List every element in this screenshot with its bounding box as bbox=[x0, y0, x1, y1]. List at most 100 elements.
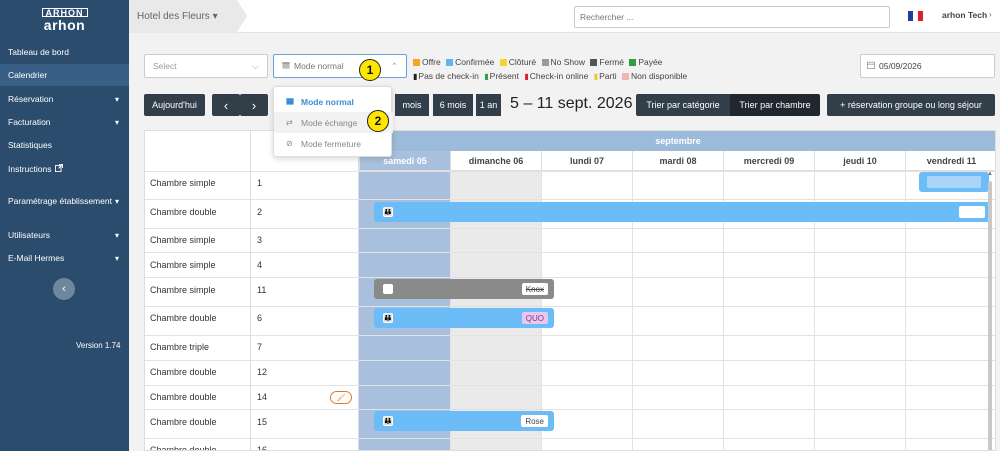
sidebar-item-label: Facturation bbox=[8, 117, 51, 127]
external-link-icon bbox=[55, 163, 64, 174]
today-button[interactable]: Aujourd'hui bbox=[144, 94, 205, 116]
legend-label: Fermé bbox=[599, 57, 624, 67]
legend-swatch bbox=[621, 73, 629, 81]
filter-select[interactable]: Select ⌵ bbox=[144, 54, 268, 78]
room-type: Chambre simple bbox=[150, 235, 216, 245]
row-divider bbox=[145, 252, 995, 253]
room-type: Chambre double bbox=[150, 417, 217, 427]
sidebar-item-settings[interactable]: Paramétrage établissement ▾ bbox=[0, 190, 129, 212]
reservation-guest: Knox bbox=[521, 283, 548, 295]
chevron-down-icon: ▾ bbox=[114, 253, 119, 263]
mode-option-label: Mode normal bbox=[301, 96, 354, 107]
day-header: lundi 07 bbox=[541, 151, 632, 171]
vertical-scrollbar[interactable] bbox=[988, 181, 992, 450]
legend-label: Offre bbox=[422, 57, 441, 67]
legend-label: Non disponible bbox=[630, 71, 688, 81]
room-number: 11 bbox=[257, 285, 267, 295]
prev-week-button[interactable]: ‹ bbox=[212, 94, 240, 116]
french-flag-icon[interactable] bbox=[908, 11, 923, 21]
day-header: dimanche 06 bbox=[450, 151, 541, 171]
search-input[interactable] bbox=[574, 6, 890, 28]
row-divider bbox=[145, 171, 995, 172]
scroll-up-icon[interactable]: ▲ bbox=[987, 171, 993, 177]
mode-option-fermeture[interactable]: ⊘ Mode fermeture bbox=[274, 133, 393, 154]
version-label: Version 1.74 bbox=[76, 341, 121, 350]
mode-option-normal[interactable]: Mode normal bbox=[274, 91, 393, 112]
next-week-button[interactable]: › bbox=[240, 94, 268, 116]
date-range-title: 5 – 11 sept. 2026 bbox=[510, 95, 633, 112]
day-header: mardi 08 bbox=[632, 151, 723, 171]
sidebar-item-billing[interactable]: Facturation ▾ bbox=[0, 111, 129, 133]
period-6-months-button[interactable]: 6 mois bbox=[433, 94, 473, 116]
legend-label: Check-in online bbox=[529, 71, 589, 81]
row-divider bbox=[145, 385, 995, 386]
sort-by-room-button[interactable]: Trier par chambre bbox=[730, 94, 820, 116]
legend-label: Clôturé bbox=[508, 57, 537, 67]
row-divider bbox=[145, 335, 995, 336]
reservation-bar[interactable]: 👪 QUO bbox=[374, 308, 554, 328]
room-number: 7 bbox=[257, 342, 263, 352]
room-type: Chambre simple bbox=[150, 178, 216, 188]
sidebar-item-label: Statistiques bbox=[8, 140, 52, 150]
room-number: 14 bbox=[257, 392, 268, 402]
sidebar-item-label: Réservation bbox=[8, 94, 54, 104]
date-picker[interactable]: 05/09/2026 bbox=[860, 54, 995, 78]
sidebar-item-label: E-Mail Hermes bbox=[8, 253, 65, 263]
reservation-bar[interactable]: Knox bbox=[374, 279, 554, 299]
sidebar-item-reservation[interactable]: Réservation ▾ bbox=[0, 88, 129, 110]
row-divider bbox=[145, 306, 995, 307]
collapse-sidebar-button[interactable]: ‹ bbox=[53, 278, 75, 300]
legend-item-ferme: Fermé bbox=[590, 57, 624, 67]
app-logo[interactable]: ARHON arhon bbox=[0, 0, 129, 40]
hotel-selector[interactable]: Hotel des Fleurs ▾ bbox=[129, 0, 237, 33]
reservation-bar[interactable] bbox=[919, 172, 989, 192]
sidebar-item-statistics[interactable]: Statistiques bbox=[0, 134, 129, 156]
sidebar-item-label: Tableau de bord bbox=[8, 47, 69, 57]
room-type: Chambre triple bbox=[150, 342, 210, 352]
user-menu[interactable]: arhon Tech bbox=[942, 10, 987, 20]
legend-label: No Show bbox=[550, 57, 586, 67]
sort-by-category-button[interactable]: Trier par catégorie bbox=[636, 94, 730, 116]
room-number: 4 bbox=[257, 260, 263, 270]
room-type: Chambre simple bbox=[150, 285, 216, 295]
reservation-bar[interactable]: 👪 Rose bbox=[374, 411, 554, 431]
guests-icon: 👪 bbox=[383, 313, 393, 323]
chevron-down-icon: ▾ bbox=[114, 230, 119, 240]
reservation-bar[interactable]: 👪 bbox=[374, 202, 989, 222]
legend-label: Payée bbox=[638, 57, 663, 67]
logo-word: arhon bbox=[43, 17, 86, 33]
chevron-down-icon: ▾ bbox=[114, 196, 119, 206]
sidebar-item-users[interactable]: Utilisateurs ▾ bbox=[0, 224, 129, 246]
row-divider bbox=[145, 438, 995, 439]
legend-item-payee: Payée bbox=[629, 57, 662, 67]
row-divider bbox=[145, 228, 995, 229]
cleaning-brush-icon[interactable]: 🖌 bbox=[330, 391, 352, 404]
calendar-icon bbox=[286, 97, 296, 107]
row-divider bbox=[145, 277, 995, 278]
logo-mark: ARHON bbox=[41, 8, 88, 17]
room-number: 6 bbox=[257, 313, 263, 323]
row-divider bbox=[145, 199, 995, 200]
room-number: 2 bbox=[257, 207, 263, 217]
room-number: 16 bbox=[257, 445, 268, 451]
room-type: Chambre double bbox=[150, 207, 217, 217]
status-legend: Offre Confirmée Clôturé No Show Fermé Pa… bbox=[413, 55, 733, 84]
mode-select[interactable]: Mode normal ⌃ bbox=[273, 54, 407, 78]
sidebar-item-email-hermes[interactable]: E-Mail Hermes ▾ bbox=[0, 247, 129, 269]
sidebar-item-dashboard[interactable]: Tableau de bord bbox=[0, 41, 129, 63]
guests-icon: 👪 bbox=[383, 416, 393, 426]
breadcrumb-arrow bbox=[237, 0, 247, 32]
mode-option-label: Mode fermeture bbox=[301, 138, 361, 149]
period-1-year-button[interactable]: 1 an bbox=[476, 94, 501, 116]
chevron-right-icon[interactable]: › bbox=[989, 10, 992, 19]
room-type: Chambre double bbox=[150, 367, 217, 377]
group-reservation-button[interactable]: + réservation groupe ou long séjour bbox=[827, 94, 995, 116]
period-3-months-button[interactable]: mois bbox=[395, 94, 429, 116]
step-badge-2: 2 bbox=[367, 110, 389, 132]
legend-swatch bbox=[541, 59, 549, 67]
sidebar-item-instructions[interactable]: Instructions bbox=[0, 158, 129, 180]
sidebar-item-calendar[interactable]: Calendrier bbox=[0, 64, 129, 86]
reservation-guest bbox=[959, 206, 985, 218]
calendar-icon bbox=[282, 61, 290, 71]
legend-item-confirmee: Confirmée bbox=[446, 57, 494, 67]
